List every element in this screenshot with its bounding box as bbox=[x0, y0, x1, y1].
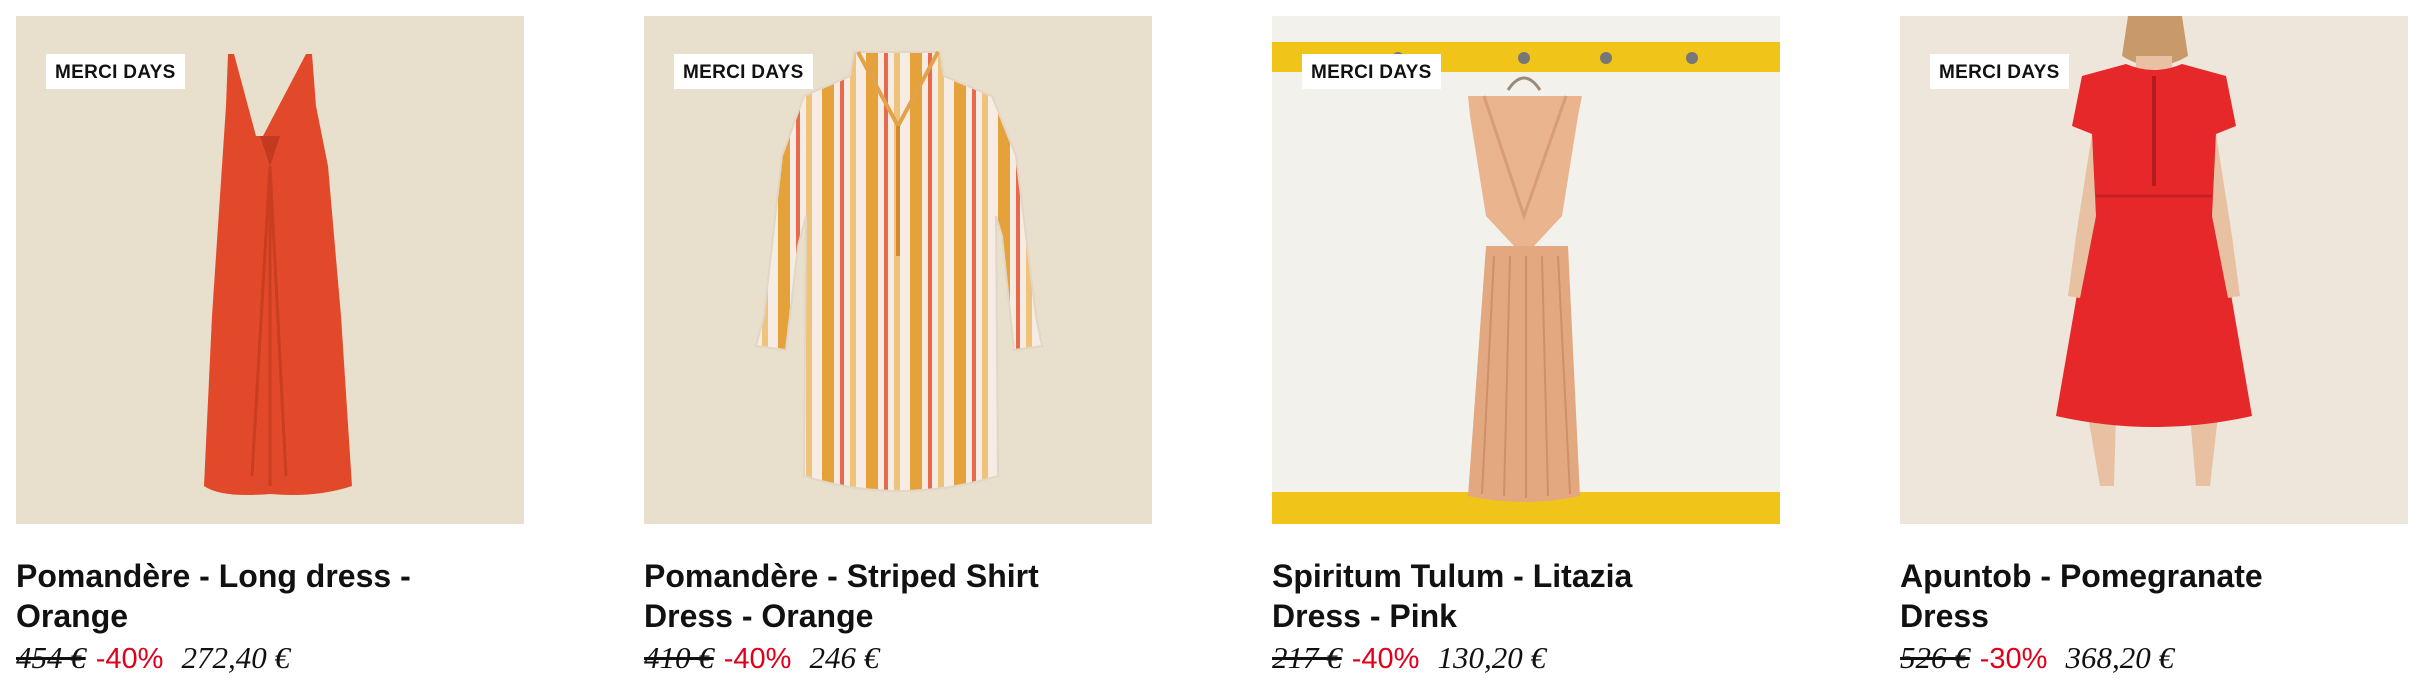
product-image[interactable]: MERCI DAYS bbox=[644, 16, 1152, 524]
original-price: 217 € bbox=[1272, 640, 1342, 675]
original-price: 526 € bbox=[1900, 640, 1970, 675]
promo-badge: MERCI DAYS bbox=[1302, 54, 1441, 89]
original-price: 410 € bbox=[644, 640, 714, 675]
sale-price: 368,20 € bbox=[2065, 640, 2174, 675]
product-card[interactable]: MERCI DAYS Spiritum Tulum - Litazia Dres… bbox=[1272, 16, 1780, 676]
product-card[interactable]: MERCI DAYS Pomandère - Striped Shirt Dre… bbox=[644, 16, 1152, 676]
discount-label: -40% bbox=[1351, 643, 1420, 675]
discount-label: -40% bbox=[723, 643, 792, 675]
product-title[interactable]: Spiritum Tulum - Litazia Dress - Pink bbox=[1272, 556, 1712, 636]
orange-long-dress-image bbox=[16, 16, 524, 524]
product-card[interactable]: MERCI DAYS Apuntob - Pomegranate Dress 5… bbox=[1900, 16, 2408, 676]
promo-badge: MERCI DAYS bbox=[674, 54, 813, 89]
product-image[interactable]: MERCI DAYS bbox=[1900, 16, 2408, 524]
discount-label: -30% bbox=[1979, 643, 2048, 675]
product-image[interactable]: MERCI DAYS bbox=[1272, 16, 1780, 524]
original-price: 454 € bbox=[16, 640, 86, 675]
pomegranate-dress-image bbox=[1900, 16, 2408, 524]
price-row: 526 € -30% 368,20 € bbox=[1900, 640, 2408, 676]
price-row: 217 € -40% 130,20 € bbox=[1272, 640, 1780, 676]
product-image[interactable]: MERCI DAYS bbox=[16, 16, 524, 524]
product-grid: MERCI DAYS Pomandère - Long dress - Oran… bbox=[16, 16, 2408, 676]
striped-shirt-dress-image bbox=[644, 16, 1152, 524]
promo-badge: MERCI DAYS bbox=[1930, 54, 2069, 89]
promo-badge: MERCI DAYS bbox=[46, 54, 185, 89]
price-row: 410 € -40% 246 € bbox=[644, 640, 1152, 676]
product-title[interactable]: Pomandère - Long dress - Orange bbox=[16, 556, 456, 636]
product-card[interactable]: MERCI DAYS Pomandère - Long dress - Oran… bbox=[16, 16, 524, 676]
discount-label: -40% bbox=[95, 643, 164, 675]
pink-litazia-dress-image bbox=[1272, 16, 1780, 524]
sale-price: 246 € bbox=[809, 640, 880, 675]
sale-price: 272,40 € bbox=[181, 640, 290, 675]
product-title[interactable]: Pomandère - Striped Shirt Dress - Orange bbox=[644, 556, 1084, 636]
price-row: 454 € -40% 272,40 € bbox=[16, 640, 524, 676]
sale-price: 130,20 € bbox=[1437, 640, 1546, 675]
product-title[interactable]: Apuntob - Pomegranate Dress bbox=[1900, 556, 2340, 636]
